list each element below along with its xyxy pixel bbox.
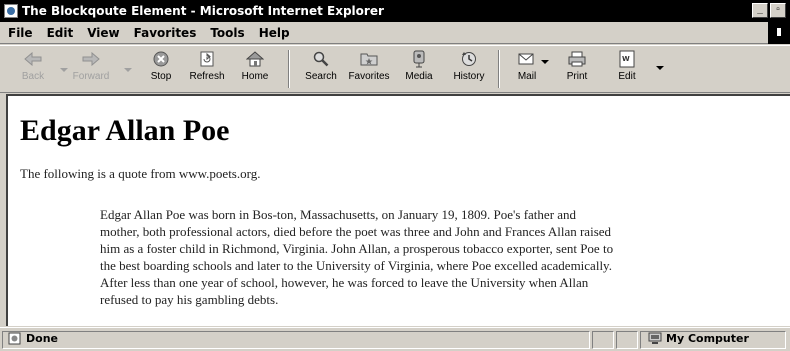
stop-label: Stop (150, 71, 172, 82)
menu-bar: File Edit View Favorites Tools Help (0, 22, 790, 44)
favorites-icon (358, 49, 380, 69)
window-controls: _ ▫ (752, 3, 786, 18)
menu-tools[interactable]: Tools (203, 26, 251, 40)
refresh-icon (196, 49, 218, 69)
forward-label: Forward (72, 71, 110, 82)
page-heading: Edgar Allan Poe (20, 114, 230, 147)
quote-line: mother, both professional actors, died b… (100, 224, 612, 239)
ie-app-icon[interactable] (4, 4, 18, 18)
status-pane (616, 331, 638, 349)
back-dropdown-chevron-icon[interactable] (60, 68, 68, 72)
mail-button[interactable]: Mail (504, 49, 550, 91)
browser-window: The Blockqoute Element - Microsoft Inter… (0, 0, 790, 351)
menu-view[interactable]: View (80, 26, 126, 40)
security-zone-label: My Computer (666, 332, 749, 345)
back-arrow-icon (22, 49, 44, 69)
mail-dropdown-chevron-icon[interactable] (541, 60, 549, 64)
toolbar-separator (288, 50, 290, 88)
menu-favorites[interactable]: Favorites (127, 26, 204, 40)
search-icon (310, 49, 332, 69)
history-button[interactable]: History (446, 49, 492, 91)
toolbar-separator (498, 50, 500, 88)
menu-edit[interactable]: Edit (40, 26, 81, 40)
quote-line: refused to pay his gambling debts. (100, 292, 279, 307)
edit-button[interactable]: W Edit (604, 49, 650, 91)
minimize-button[interactable]: _ (752, 3, 768, 18)
forward-dropdown-chevron-icon[interactable] (124, 68, 132, 72)
status-pane (592, 331, 614, 349)
refresh-label: Refresh (189, 71, 225, 82)
search-label: Search (305, 71, 337, 82)
media-icon (408, 49, 430, 69)
intro-paragraph: The following is a quote from www.poets.… (20, 166, 261, 181)
mail-icon (516, 49, 538, 69)
page-content[interactable]: Edgar Allan Poe The following is a quote… (6, 94, 790, 326)
svg-text:W: W (622, 55, 630, 63)
my-computer-icon (648, 332, 662, 345)
forward-button[interactable]: Forward (68, 49, 114, 91)
windows-logo-throbber (768, 22, 790, 44)
quote-line: the best boarding schools and later to t… (100, 258, 612, 273)
quote-line: After less than one year of school, howe… (100, 275, 589, 290)
page-done-icon (8, 332, 22, 345)
maximize-button[interactable]: ▫ (770, 3, 786, 18)
favorites-button[interactable]: Favorites (346, 49, 392, 91)
mail-label: Mail (517, 71, 537, 82)
standard-toolbar: Back Forward Stop Refresh Home Search Fa… (0, 45, 790, 93)
home-icon (244, 49, 266, 69)
history-icon (458, 49, 480, 69)
media-label: Media (405, 71, 433, 82)
menu-help[interactable]: Help (252, 26, 297, 40)
edit-dropdown-chevron-icon[interactable] (656, 66, 664, 70)
status-bar: Done My Computer (0, 327, 790, 351)
print-button[interactable]: Print (554, 49, 600, 91)
search-button[interactable]: Search (298, 49, 344, 91)
home-button[interactable]: Home (232, 49, 278, 91)
quote-line: Edgar Allan Poe was born in Bos-ton, Mas… (100, 207, 577, 222)
home-label: Home (241, 71, 269, 82)
menu-file[interactable]: File (0, 26, 40, 40)
blockquote: Edgar Allan Poe was born in Bos-ton, Mas… (100, 206, 700, 308)
print-label: Print (566, 71, 588, 82)
back-button[interactable]: Back (10, 49, 56, 91)
back-label: Back (21, 71, 45, 82)
quote-line: him as a foster child in Richmond, Virgi… (100, 241, 614, 256)
title-bar[interactable]: The Blockqoute Element - Microsoft Inter… (0, 0, 790, 22)
history-label: History (453, 71, 485, 82)
favorites-label: Favorites (348, 71, 390, 82)
status-text: Done (26, 332, 58, 345)
status-main-pane (2, 331, 590, 349)
stop-button[interactable]: Stop (138, 49, 184, 91)
print-icon (566, 49, 588, 69)
forward-arrow-icon (80, 49, 102, 69)
media-button[interactable]: Media (396, 49, 442, 91)
refresh-button[interactable]: Refresh (184, 49, 230, 91)
window-title: The Blockqoute Element - Microsoft Inter… (22, 4, 384, 18)
edit-icon: W (616, 49, 638, 69)
stop-icon (150, 49, 172, 69)
edit-label: Edit (618, 71, 636, 82)
